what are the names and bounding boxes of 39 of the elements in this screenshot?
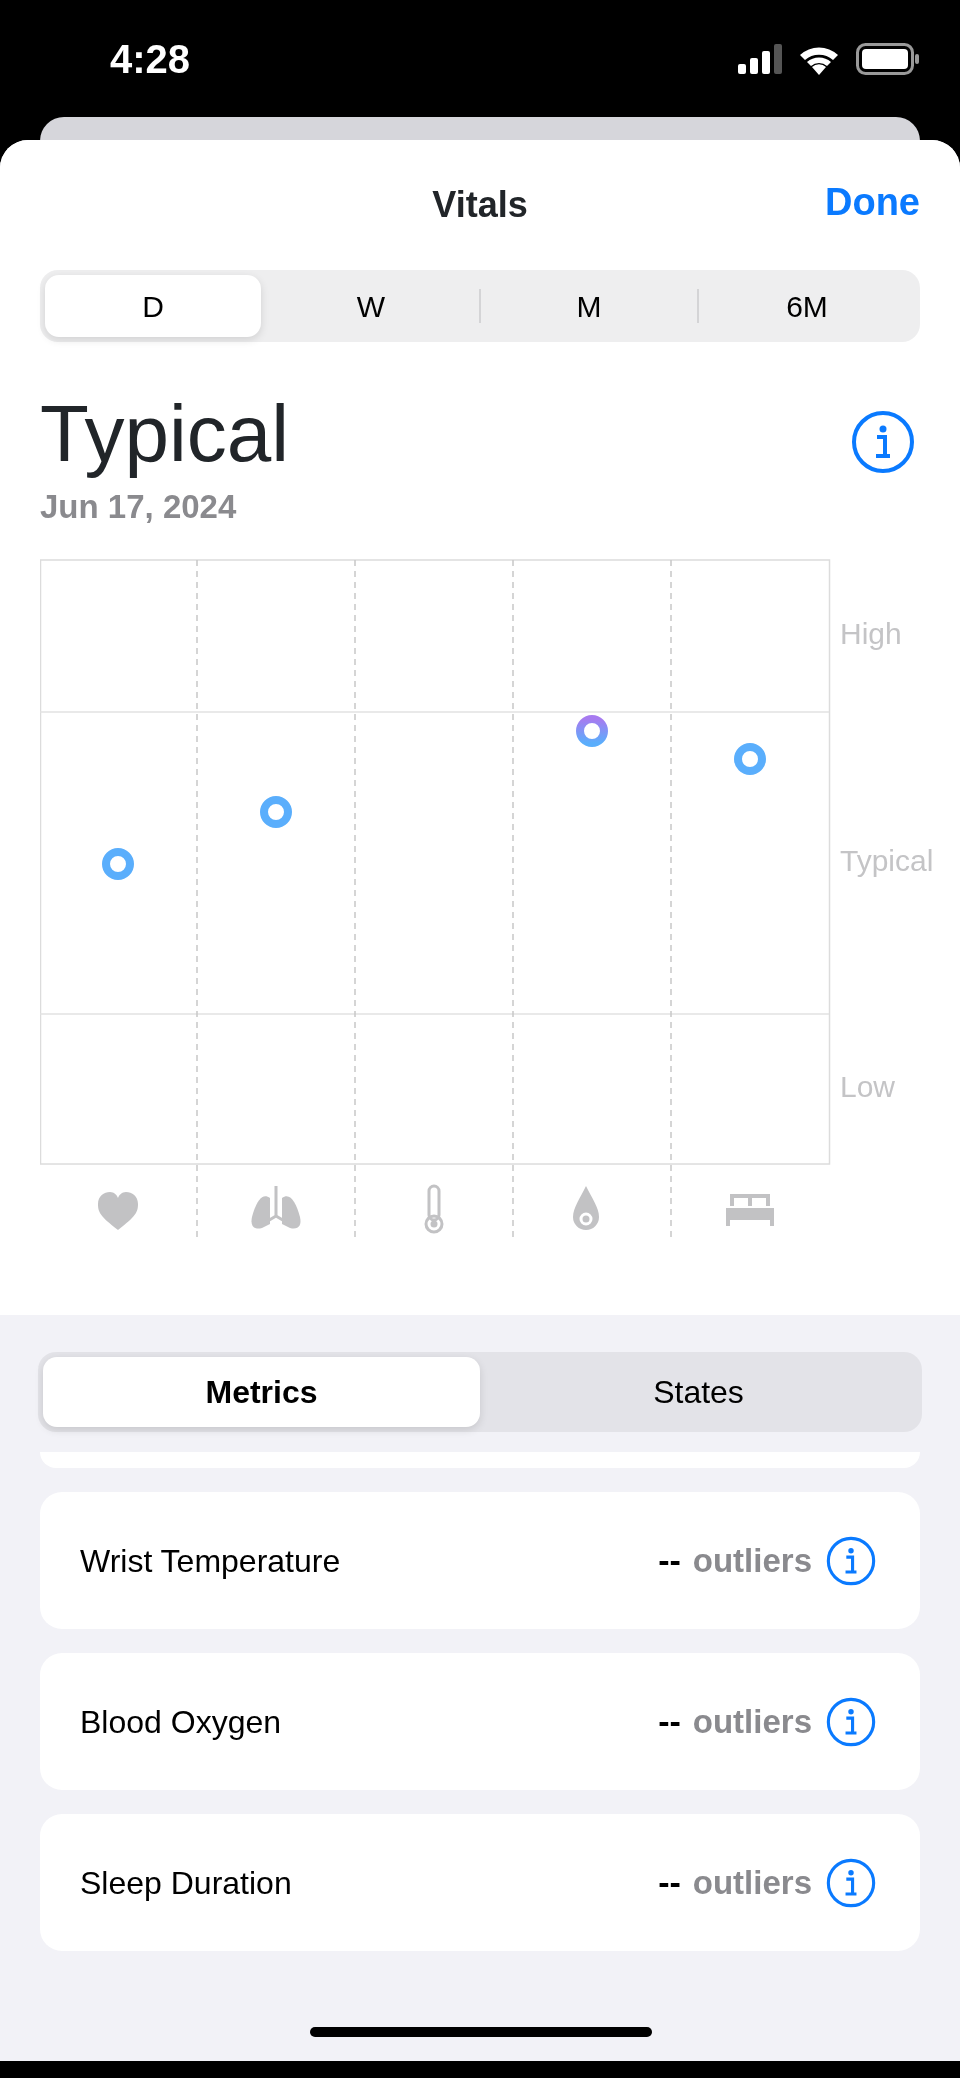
band-label: Low [840, 1069, 896, 1103]
heart-icon [98, 1191, 138, 1230]
info-icon[interactable] [826, 1857, 876, 1908]
metric-value: -- [658, 1540, 681, 1581]
metric-card[interactable]: Sleep Duration -- outliers [40, 1814, 920, 1951]
metric-unit: outliers [692, 1540, 812, 1581]
info-icon[interactable] [826, 1535, 876, 1586]
data-point [260, 795, 292, 828]
metric-label: Blood Oxygen [80, 1702, 282, 1742]
segment-tab[interactable]: W [263, 275, 479, 337]
signal-icon [738, 43, 782, 74]
band-label: Typical [840, 843, 934, 877]
metric-value: -- [658, 1701, 681, 1742]
segment-tab[interactable]: States [480, 1357, 917, 1427]
data-point [102, 847, 134, 880]
metric-unit: outliers [692, 1862, 812, 1903]
segment-tab[interactable]: D [45, 275, 261, 337]
status-time: 4:28 [110, 35, 191, 83]
segment-tab[interactable]: 6M [699, 275, 915, 337]
data-point [734, 742, 766, 775]
metric-label: Sleep Duration [80, 1863, 293, 1903]
metric-card[interactable]: Blood Oxygen -- outliers [40, 1653, 920, 1790]
summary-date: Jun 17, 2024 [40, 487, 238, 527]
metric-label: Wrist Temperature [80, 1541, 342, 1581]
lungs-icon [251, 1184, 301, 1228]
battery-icon [856, 42, 920, 75]
metric-unit: outliers [692, 1701, 812, 1742]
drop-icon [573, 1185, 599, 1230]
info-icon[interactable] [851, 410, 915, 474]
info-icon[interactable] [826, 1696, 876, 1747]
done-button[interactable]: Done [825, 174, 920, 231]
segment-tab[interactable]: M [481, 275, 697, 337]
metric-value: -- [658, 1862, 681, 1903]
sheet-title: Vitals [432, 183, 528, 227]
metric-card[interactable]: Wrist Temperature -- outliers [40, 1492, 920, 1629]
data-point [576, 714, 608, 747]
band-label: High [840, 616, 902, 650]
thermometer-icon [424, 1184, 444, 1233]
segment-tab[interactable]: Metrics [43, 1357, 480, 1427]
